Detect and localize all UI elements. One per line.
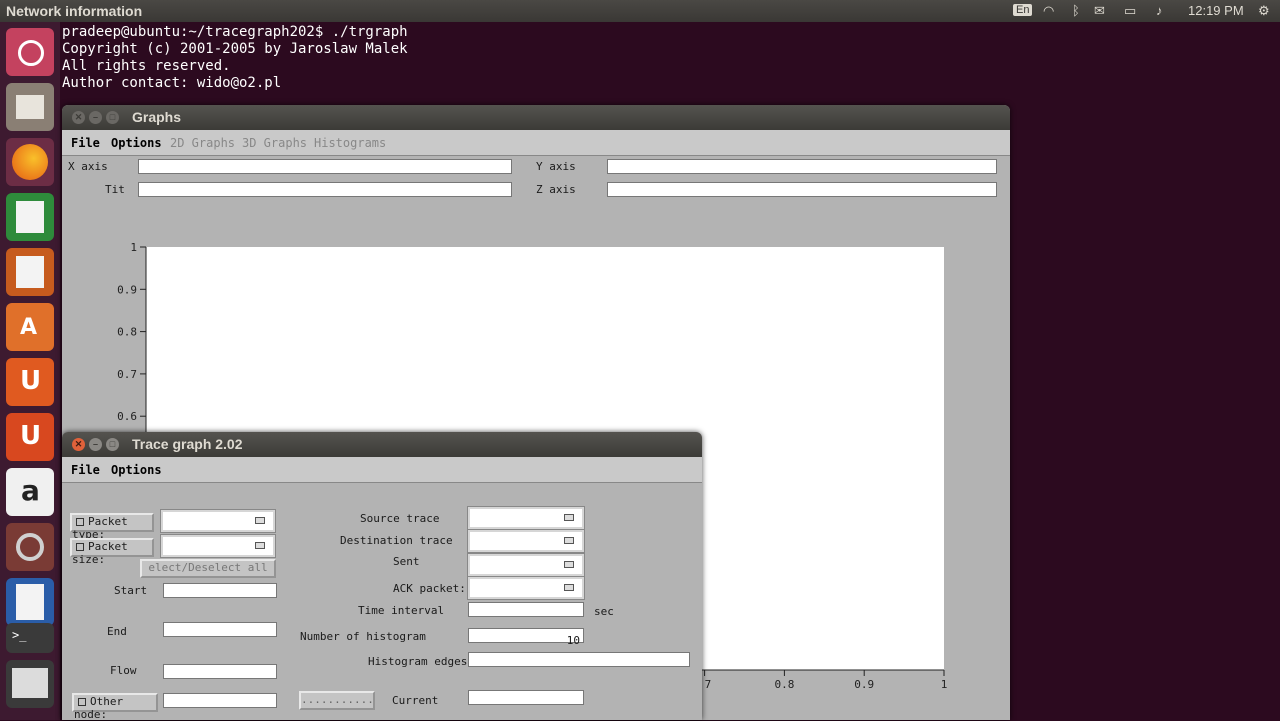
presentation-icon[interactable]	[6, 248, 54, 296]
trace-window: ✕ – □ Trace graph 2.02 File Options Pack…	[62, 432, 702, 721]
number-of-histogram-input[interactable]: 10	[468, 628, 584, 647]
document-icon[interactable]	[6, 578, 54, 626]
spreadsheet-icon[interactable]	[6, 193, 54, 241]
other-node-checkbox[interactable]: Other node:	[72, 693, 158, 721]
mail-icon[interactable]: ✉	[1094, 3, 1105, 19]
ubuntu-one-music-icon[interactable]: U	[6, 413, 54, 461]
dropdown-icon	[564, 537, 574, 544]
dropdown-icon	[564, 584, 574, 591]
menu-file[interactable]: File	[71, 463, 100, 477]
volume-icon[interactable]: ♪	[1156, 3, 1163, 18]
trace-title: Trace graph 2.02	[132, 436, 243, 452]
y-tick-label: 0.8	[117, 326, 137, 339]
destination-trace-select[interactable]	[467, 529, 585, 553]
x-tick-label: 0.8	[774, 678, 794, 691]
dropdown-icon	[255, 542, 265, 549]
dots-label: ...........	[301, 693, 374, 706]
other-node-input[interactable]	[163, 693, 277, 708]
packet-type-checkbox[interactable]: Packet type:	[70, 513, 154, 541]
select-all-label: elect/Deselect all size	[148, 561, 268, 576]
terminal-line: Copyright (c) 2001-2005 by Jaroslaw Male…	[62, 41, 408, 57]
histogram-edges-label: Histogram edges:	[368, 655, 474, 668]
terminal-icon[interactable]: >_	[6, 623, 54, 653]
y-tick-label: 0.6	[117, 410, 137, 423]
packet-size-checkbox[interactable]: Packet size:	[70, 538, 154, 566]
terminal-line: pradeep@ubuntu:~/tracegraph202$ ./trgrap…	[62, 24, 408, 40]
time-interval-input[interactable]	[468, 602, 584, 617]
trace-menubar: File Options	[62, 457, 702, 483]
y-tick-label: 1	[130, 241, 137, 254]
checkbox-icon	[76, 518, 84, 526]
packet-type-select[interactable]	[160, 509, 276, 533]
ack-packet-label: ACK packet:	[393, 582, 466, 595]
terminal-line: All rights reserved.	[62, 58, 231, 74]
source-trace-label: Source trace	[360, 512, 440, 525]
launcher: A U U a >_	[0, 22, 60, 720]
system-settings-icon[interactable]	[6, 523, 54, 571]
window-title: Network information	[6, 3, 143, 19]
dots-button[interactable]: ...........	[299, 691, 375, 710]
y-tick-label: 0.9	[117, 283, 137, 296]
end-input[interactable]	[163, 622, 277, 637]
current-label: Current	[392, 694, 439, 707]
firefox-icon[interactable]	[6, 138, 54, 186]
sent-label: Sent	[393, 555, 420, 568]
current-input[interactable]	[468, 690, 584, 705]
keyboard-indicator[interactable]: En	[1013, 4, 1033, 16]
sec-label: sec	[594, 605, 614, 618]
trace-titlebar: ✕ – □ Trace graph 2.02	[62, 432, 702, 457]
gear-icon[interactable]: ⚙	[1258, 3, 1270, 19]
dropdown-icon	[564, 561, 574, 568]
y-tick-label: 0.7	[117, 368, 137, 381]
start-label: Start	[114, 584, 148, 597]
menu-options[interactable]: Options	[111, 463, 162, 477]
ubuntu-home-icon[interactable]	[6, 28, 54, 76]
dropdown-icon	[564, 514, 574, 521]
dropdown-icon	[255, 517, 265, 524]
x-tick-label: 0.9	[854, 678, 874, 691]
number-of-histogram-value: 10	[566, 634, 580, 647]
flow-label: Flow	[110, 664, 137, 677]
ubuntu-one-icon[interactable]: U	[6, 358, 54, 406]
ack-packet-select[interactable]	[467, 576, 585, 600]
clock[interactable]: 12:19 PM	[1188, 3, 1244, 18]
files-icon[interactable]	[6, 83, 54, 131]
sent-select[interactable]	[467, 553, 585, 577]
wifi-icon[interactable]: ◠	[1043, 3, 1054, 19]
histogram-edges-input[interactable]	[468, 652, 690, 667]
bluetooth-icon[interactable]: ᛒ	[1072, 3, 1080, 18]
workspace-switcher-icon[interactable]	[6, 660, 54, 708]
minimize-icon[interactable]: –	[89, 438, 102, 451]
x-tick-label: 1	[941, 678, 948, 691]
terminal-line: Author contact: wido@o2.pl	[62, 75, 282, 91]
packet-size-select[interactable]	[160, 534, 276, 558]
destination-trace-label: Destination trace	[340, 534, 453, 547]
source-trace-select[interactable]	[467, 506, 585, 530]
close-icon[interactable]: ✕	[72, 438, 85, 451]
checkbox-icon	[78, 698, 86, 706]
checkbox-icon	[76, 543, 84, 551]
amazon-icon[interactable]: a	[6, 468, 54, 516]
terminal-output: pradeep@ubuntu:~/tracegraph202$ ./trgrap…	[62, 24, 408, 92]
flow-input[interactable]	[163, 664, 277, 679]
number-of-histogram-label: Number of histogram	[300, 630, 426, 643]
time-interval-label: Time interval	[358, 604, 445, 617]
select-all-sizes-button[interactable]: elect/Deselect all size	[140, 559, 276, 578]
top-panel: Network information En ◠ ᛒ ✉ ▭ ♪ 12:19 P…	[0, 0, 1280, 22]
software-center-icon[interactable]: A	[6, 303, 54, 351]
maximize-icon[interactable]: □	[106, 438, 119, 451]
battery-icon[interactable]: ▭	[1124, 3, 1136, 19]
start-input[interactable]	[163, 583, 277, 598]
end-label: End	[107, 625, 127, 638]
